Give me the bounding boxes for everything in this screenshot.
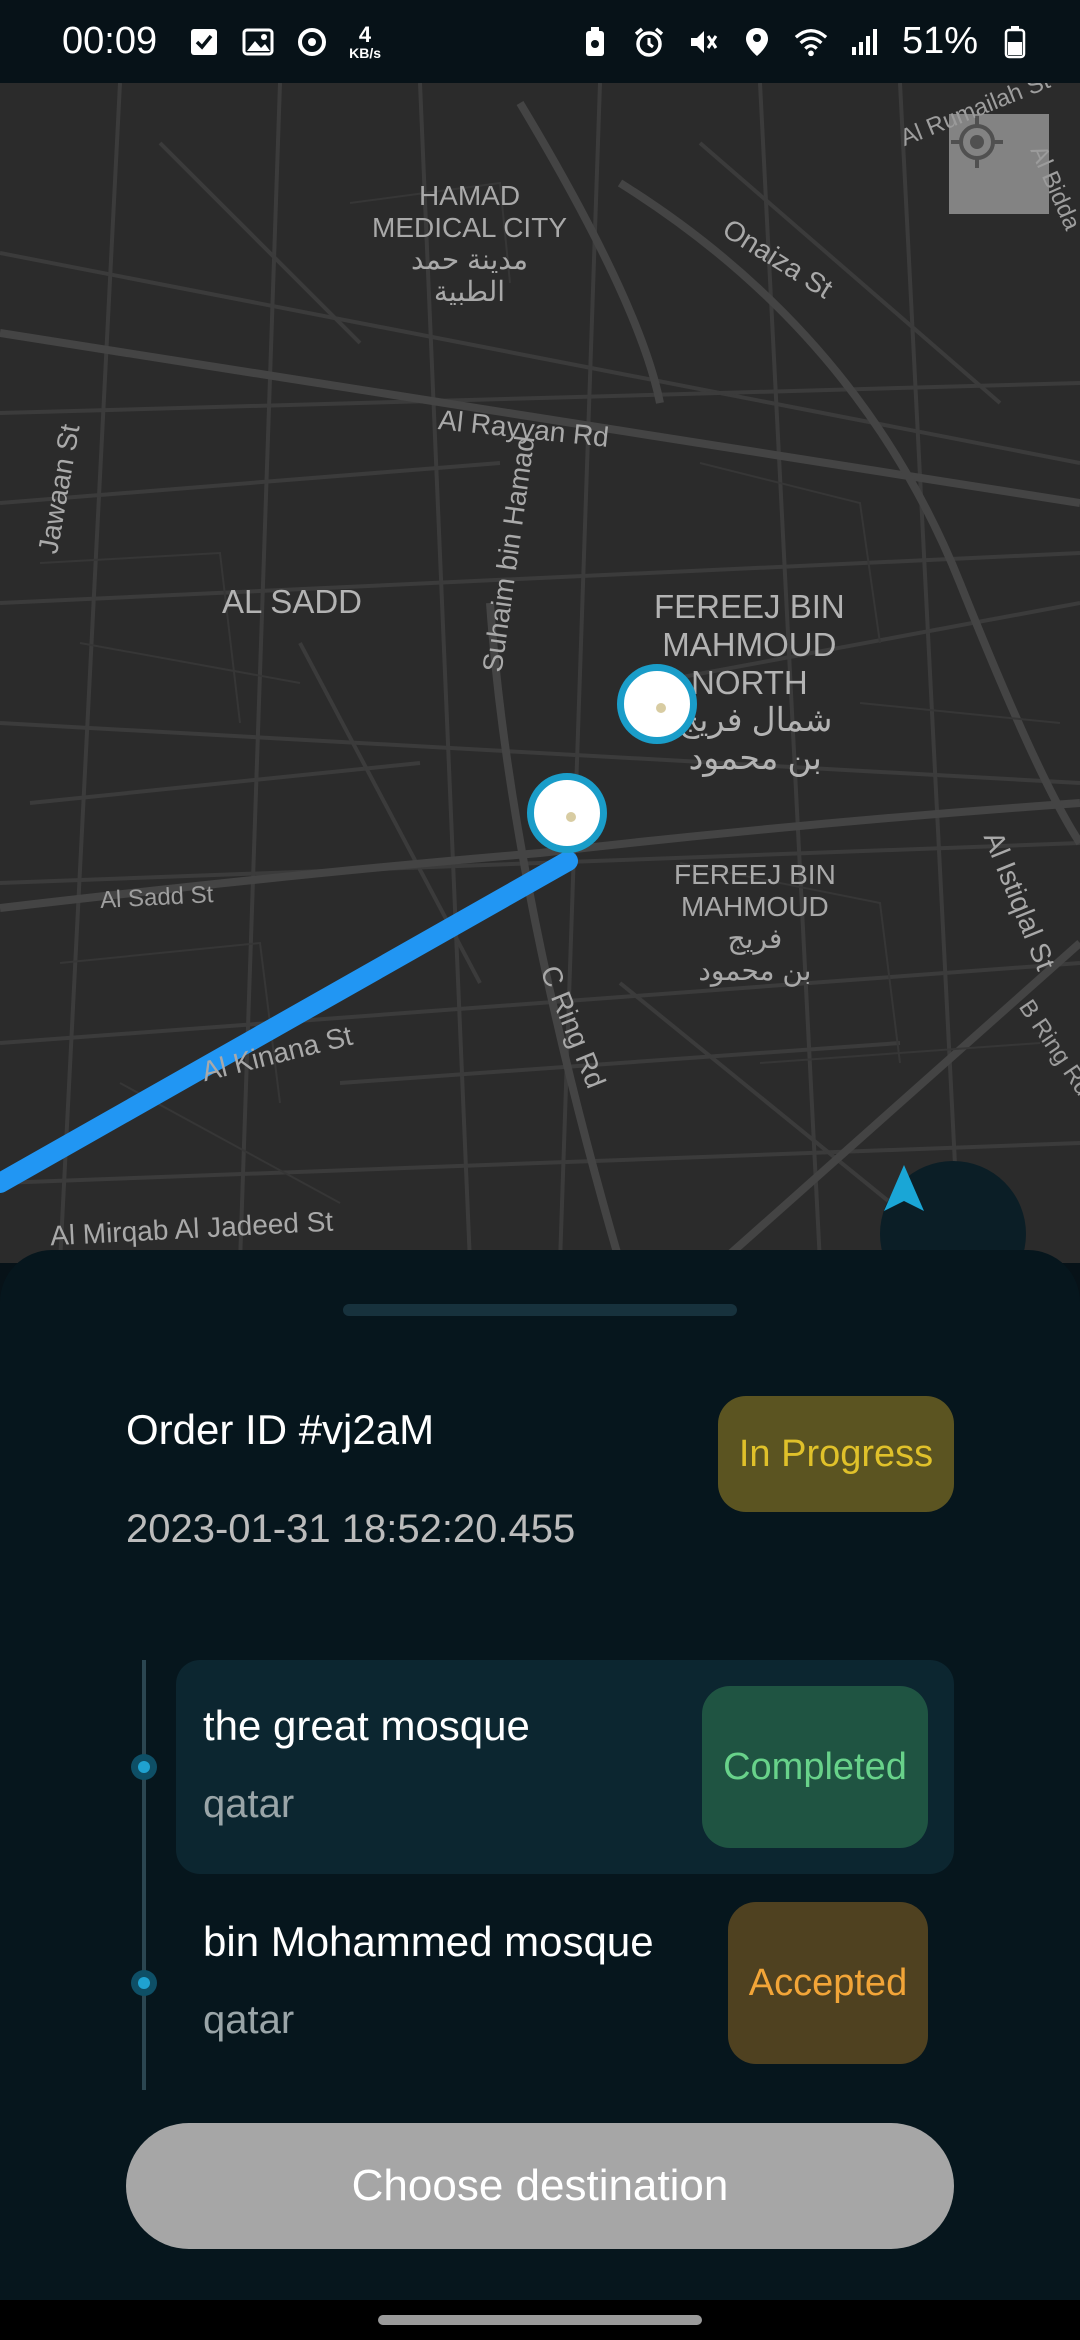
alarm-icon: [632, 25, 666, 59]
timeline-dot: [131, 1970, 157, 1996]
map-label-fereej: FEREEJ BIN MAHMOUD فريج بن محمود: [674, 859, 836, 986]
mute-icon: [686, 25, 720, 59]
order-status-badge: In Progress: [718, 1396, 954, 1512]
stop-card-2[interactable]: bin Mohammed mosque qatar Accepted: [176, 1876, 954, 2090]
sheet-drag-handle[interactable]: [343, 1304, 737, 1316]
sync-icon: [295, 25, 329, 59]
battery-icon: [998, 25, 1032, 59]
stop-card-1[interactable]: the great mosque qatar Completed: [176, 1660, 954, 1874]
signal-icon: [848, 25, 882, 59]
wifi-icon: [794, 25, 828, 59]
order-bottom-sheet: Order ID #vj2aM 2023-01-31 18:52:20.455 …: [0, 1250, 1080, 2300]
order-timestamp: 2023-01-31 18:52:20.455: [126, 1507, 576, 1551]
map-label-al-sadd: AL SADD: [222, 583, 362, 620]
map-pin-stop-2[interactable]: [527, 773, 607, 853]
order-id: Order ID #vj2aM: [126, 1406, 435, 1453]
stop-city: qatar: [203, 1782, 295, 1826]
map-view[interactable]: HAMAD MEDICAL CITY مدينة حمد الطبية AL S…: [0, 83, 1080, 1263]
checkbox-icon: [187, 25, 221, 59]
home-indicator[interactable]: [378, 2315, 702, 2325]
my-location-button[interactable]: [949, 114, 1049, 214]
map-label-hamad: HAMAD MEDICAL CITY مدينة حمد الطبية: [372, 180, 567, 307]
system-navigation-bar: [0, 2300, 1080, 2340]
stop-city: qatar: [203, 1998, 295, 2042]
stop-name: the great mosque: [203, 1702, 530, 1749]
stop-name: bin Mohammed mosque: [203, 1918, 654, 1965]
choose-destination-button[interactable]: Choose destination: [126, 2123, 954, 2249]
map-label-al-sadd-st: Al Sadd St: [99, 881, 215, 914]
clock: 00:09: [62, 20, 158, 62]
stop-status-badge: Completed: [702, 1686, 928, 1848]
gallery-icon: [241, 25, 275, 59]
map-label-fereej-north-ar: شمال فريج بن محمود: [678, 701, 833, 776]
status-bar: 00:09 4 KB/s 51%: [0, 0, 1080, 83]
location-icon: [740, 25, 774, 59]
battery-percent: 51%: [901, 20, 978, 62]
route-line: [0, 851, 578, 1193]
network-speed: 4 KB/s: [349, 21, 381, 61]
battery-saver-icon: [578, 25, 612, 59]
timeline-line: [142, 1660, 146, 2090]
stop-status-badge: Accepted: [728, 1902, 928, 2064]
timeline-dot: [131, 1754, 157, 1780]
map-pin-stop-1[interactable]: [617, 664, 697, 744]
